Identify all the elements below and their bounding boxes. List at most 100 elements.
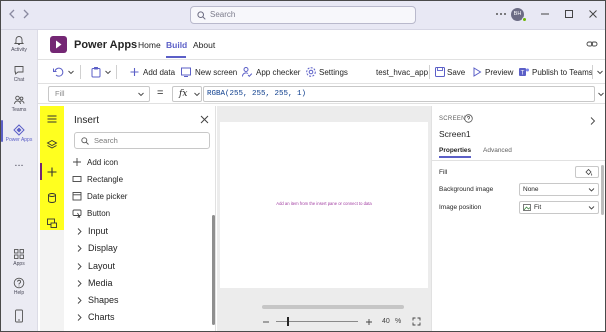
tab-build[interactable]: Build [166,40,187,50]
add-data-icon[interactable] [129,66,140,78]
help-icon[interactable] [464,114,473,123]
new-screen-icon[interactable] [180,66,192,78]
preview-icon[interactable] [472,66,482,78]
property-value: Fill [55,89,65,98]
fx-button[interactable]: fx [172,86,202,102]
media-icon[interactable] [46,217,58,229]
category-label: Charts [88,312,115,322]
category-label: Input [88,226,109,236]
svg-text:T: T [521,71,525,77]
undo-icon[interactable] [52,66,64,78]
tab-about[interactable]: About [193,40,215,50]
forward-icon[interactable] [22,9,30,19]
rail-item-power-apps[interactable]: Power Apps [0,124,38,143]
paste-dropdown-icon[interactable] [104,66,112,78]
tab-active-underline [439,156,471,158]
settings-button[interactable]: Settings [319,68,348,77]
rail-item-activity[interactable]: Activity [0,34,38,53]
back-icon[interactable] [8,9,16,19]
apps-icon [0,248,38,260]
settings-icon[interactable] [305,66,317,78]
zoom-slider-thumb[interactable] [287,317,290,326]
collapse-pane-icon[interactable] [589,116,596,126]
background-image-dropdown[interactable]: None [519,183,599,196]
formula-input[interactable]: RGBA(255, 255, 255, 1) [203,86,595,102]
link-icon[interactable] [586,39,598,49]
app-name: test_hvac_app [376,68,429,77]
properties-scrollbar[interactable] [601,165,604,215]
device-icon[interactable] [13,309,25,323]
zoom-out-icon[interactable] [262,318,270,326]
chevron-right-icon [77,280,82,287]
insert-item-label: Button [87,209,111,218]
tab-advanced[interactable]: Advanced [483,147,512,154]
toolbar-separator [592,65,593,79]
properties-pane [431,106,606,332]
chevron-right-icon [77,228,82,235]
layers-icon[interactable] [46,139,58,151]
bell-icon [0,34,38,46]
search-input[interactable]: Search [190,6,416,24]
rail-label: Activity [11,47,27,53]
rail-item-teams[interactable]: Teams [0,94,38,113]
teams-publish-icon[interactable]: T [518,66,530,78]
insert-item-label: Date picker [87,192,128,201]
authoring-rail [40,230,64,332]
app-checker-icon[interactable] [241,66,253,78]
rail-item-apps[interactable]: Apps [0,248,38,267]
toolbar-separator [429,65,430,79]
preview-button[interactable]: Preview [485,68,513,77]
chevron-right-icon [77,297,82,304]
fit-to-window-icon[interactable] [412,317,421,326]
property-dropdown[interactable]: Fill [48,86,150,102]
rail-item-more[interactable]: ... [0,157,38,169]
help-icon [0,277,38,289]
zoom-in-icon[interactable] [365,318,373,326]
overflow-chevron-icon[interactable] [596,66,604,78]
more-options-icon[interactable] [495,8,507,20]
insert-search-input[interactable]: Search [74,132,210,149]
tree-view-icon[interactable] [46,113,58,125]
rail-label: Apps [13,261,25,267]
tab-active-underline [166,56,186,58]
rail-item-help[interactable]: Help [0,277,38,296]
category-label: Layout [88,261,116,271]
close-pane-icon[interactable] [200,115,209,124]
image-position-dropdown[interactable]: Fit [519,201,599,214]
tab-home[interactable]: Home [138,40,161,50]
rail-label: Chat [13,77,25,83]
paint-bucket-icon [584,168,593,177]
publish-to-teams-button[interactable]: Publish to Teams [532,68,593,77]
insert-pane-scrollbar[interactable] [212,215,215,325]
save-button[interactable]: Save [447,68,465,77]
search-icon [81,137,89,145]
chevron-down-icon [137,90,145,98]
background-image-label: Background image [439,186,494,193]
app-checker-button[interactable]: App checker [256,68,300,77]
add-data-button[interactable]: Add data [143,68,175,77]
rail-label: Help [13,290,25,296]
undo-dropdown-icon[interactable] [67,66,75,78]
rail-item-chat[interactable]: Chat [0,64,38,83]
insert-icon[interactable] [46,166,58,178]
expand-formula-icon[interactable] [597,90,605,98]
close-icon[interactable] [587,8,599,20]
maximize-icon[interactable] [563,8,575,20]
save-icon[interactable] [434,66,446,78]
power-apps-logo-icon [50,36,67,53]
button-icon [72,209,82,218]
minimize-icon[interactable] [539,8,551,20]
power-apps-icon [0,124,38,136]
chevron-right-icon [77,314,82,321]
chat-icon [0,64,38,76]
chevron-down-icon [588,205,595,211]
paste-icon[interactable] [90,66,102,78]
image-position-value: Fit [534,204,542,211]
new-screen-button[interactable]: New screen [195,68,237,77]
data-icon[interactable] [46,192,58,204]
zoom-value: 40 [382,318,390,325]
fill-color-picker[interactable] [575,166,599,178]
tab-properties[interactable]: Properties [439,147,471,154]
canvas-horizontal-scrollbar[interactable] [262,305,404,309]
more-icon: ... [14,157,24,169]
